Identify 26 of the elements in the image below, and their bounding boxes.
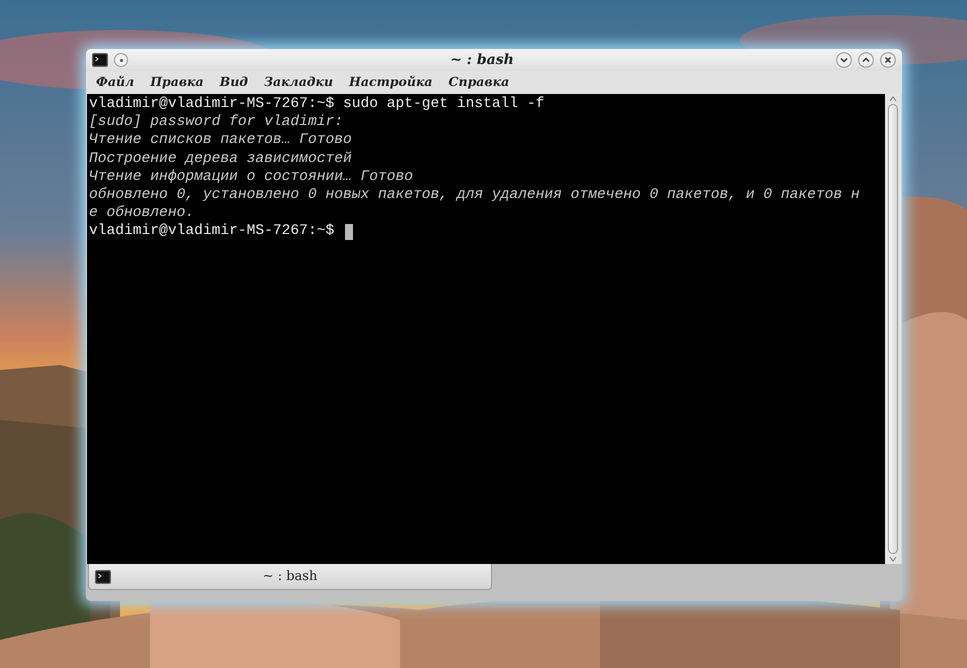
terminal-line: vladimir@vladimir-MS-7267:~$ sudo apt-get install -f <box>89 95 544 114</box>
minimize-icon[interactable] <box>836 52 852 68</box>
cursor-icon <box>344 224 353 240</box>
menu-item[interactable]: Файл <box>90 73 140 92</box>
terminal-line: vladimir@vladimir-MS-7267:~$ <box>89 222 336 241</box>
pin-icon[interactable] <box>114 53 128 67</box>
menu-item[interactable]: Справка <box>442 73 516 92</box>
terminal-line: Чтение информации о состоянии… Готово <box>89 168 414 186</box>
terminal-line: Построение дерева зависимостей <box>89 150 352 168</box>
terminal-icon <box>95 570 111 584</box>
scrollbar[interactable] <box>885 94 901 564</box>
menu-item[interactable]: Правка <box>144 73 210 92</box>
terminal-line: [sudo] password for vladimir: <box>89 113 343 132</box>
tab[interactable]: ~ : bash <box>88 564 492 590</box>
terminal-line: е обновлено. <box>89 204 194 222</box>
terminal-line: обновлено 0, установлено 0 новых пакетов, для удаления отмечено 0 пакетов, и 0 пакетов н <box>89 186 860 204</box>
menu-item[interactable]: Вид <box>214 73 254 92</box>
terminal-line: Чтение списков пакетов… Готово <box>89 131 352 150</box>
terminal-icon <box>92 53 108 67</box>
menu-item[interactable]: Закладки <box>258 73 340 92</box>
window-title: ~ : bash <box>449 50 515 70</box>
close-icon[interactable] <box>880 52 896 68</box>
scroll-down-icon[interactable] <box>888 554 898 564</box>
menu-item[interactable]: Настройка <box>343 73 439 92</box>
scroll-up-icon[interactable] <box>888 94 898 104</box>
maximize-icon[interactable] <box>858 52 874 68</box>
